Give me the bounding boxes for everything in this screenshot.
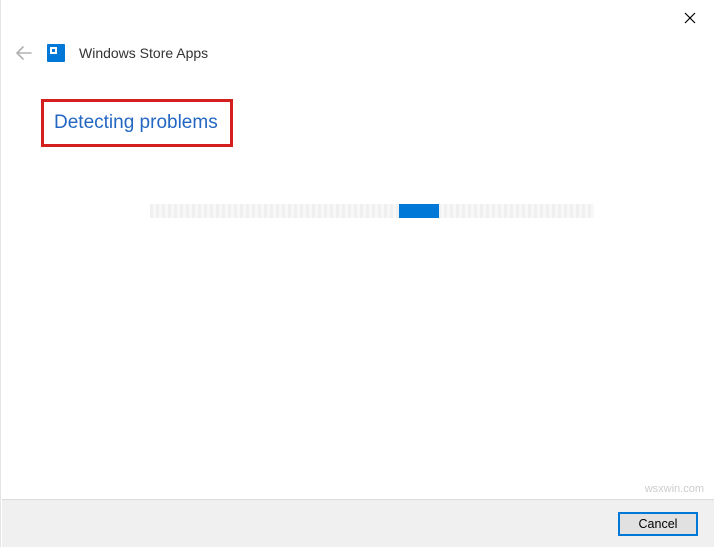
status-text: Detecting problems: [54, 112, 218, 134]
troubleshooter-window: Windows Store Apps Detecting problems ws…: [0, 0, 714, 547]
cancel-button-label: Cancel: [639, 517, 678, 531]
status-highlight: Detecting problems: [41, 99, 233, 147]
app-title: Windows Store Apps: [79, 45, 208, 61]
watermark: wsxwin.com: [645, 483, 704, 495]
footer: Cancel: [2, 499, 714, 547]
back-button[interactable]: [15, 44, 33, 62]
progress-fill: [399, 204, 439, 218]
close-icon: [684, 12, 696, 24]
store-icon: [47, 44, 65, 62]
progress-bar: [150, 204, 594, 218]
close-button[interactable]: [678, 6, 702, 30]
back-arrow-icon: [16, 46, 32, 60]
cancel-button[interactable]: Cancel: [618, 512, 698, 536]
header: Windows Store Apps: [15, 44, 208, 62]
